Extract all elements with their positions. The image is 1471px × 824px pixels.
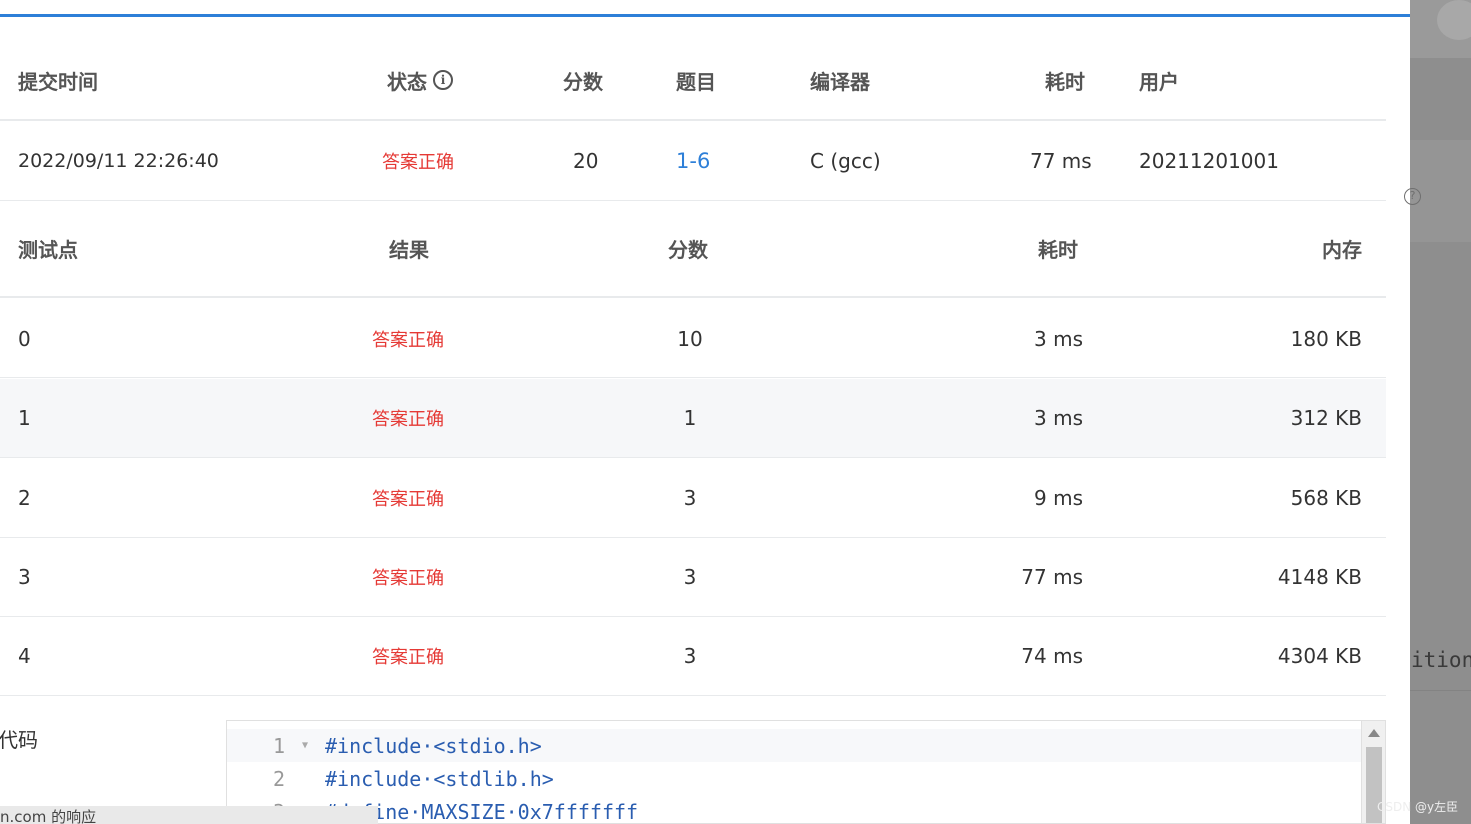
header-user: 用户 [1139,69,1179,94]
header-status: 状态 i [387,40,453,120]
submission-time: 2022/09/11 22:26:40 [18,149,219,172]
code-line[interactable]: 1 ▼ #include·<stdio.h> [227,729,1361,762]
test-memory: 4304 KB [1277,644,1362,668]
test-score: 3 [683,486,697,510]
test-case: 1 [18,406,31,430]
table-row: 0 答案正确 10 3 ms 180 KB [0,300,1386,378]
code-text: #include·<stdio.h> [325,733,542,758]
side-overlay [1410,0,1471,824]
test-duration: 3 ms [1034,326,1083,351]
test-memory: 312 KB [1290,406,1362,430]
submission-score: 20 [573,148,599,173]
header-duration: 耗时 [1045,69,1085,94]
test-case: 4 [18,644,31,668]
test-duration: 74 ms [1021,644,1083,668]
header-status-label: 状态 [387,69,427,94]
header-result: 结果 [389,238,429,262]
header-score: 分数 [563,69,603,94]
scroll-up-icon[interactable] [1368,729,1380,737]
problem-link[interactable]: 1-6 [676,121,710,200]
code-line[interactable]: 2 #include·<stdlib.h> [227,762,1361,795]
test-case: 0 [18,326,31,351]
submission-duration: 77 ms [1030,148,1092,173]
test-score: 3 [683,644,697,668]
test-result: 答案正确 [372,647,444,668]
test-result: 答案正确 [372,568,444,589]
test-result: 答案正确 [372,489,444,510]
test-memory: 4148 KB [1277,565,1362,589]
line-number: 2 [272,766,285,791]
header-test-score: 分数 [668,238,708,262]
test-duration: 77 ms [1021,565,1083,589]
test-case: 2 [18,486,31,510]
browser-status-bar: n.com 的响应 [0,806,378,824]
test-duration: 3 ms [1034,406,1083,430]
line-number: 1 [272,733,285,758]
header-time: 提交时间 [18,69,98,94]
test-memory: 180 KB [1290,326,1362,351]
test-score: 3 [683,565,697,589]
watermark: CSDN @y左臣 [1377,800,1459,814]
test-result: 答案正确 [372,409,444,430]
test-case: 3 [18,565,31,589]
test-memory: 568 KB [1290,486,1362,510]
table-row: 1 答案正确 1 3 ms 312 KB [0,379,1386,458]
header-test-duration: 耗时 [1038,238,1078,262]
table-row: 4 答案正确 3 74 ms 4304 KB [0,617,1386,696]
table-row: 2 答案正确 3 9 ms 568 KB [0,459,1386,538]
test-duration: 9 ms [1034,486,1083,510]
side-partial-text: ition [1411,648,1471,672]
code-label: 代码 [0,728,38,752]
table-row: 3 答案正确 3 77 ms 4148 KB [0,538,1386,617]
header-compiler: 编译器 [810,69,870,94]
summary-header-row: 提交时间 状态 i 分数 题目 编译器 耗时 用户 [0,40,1386,120]
header-case: 测试点 [18,238,78,262]
fold-arrow-icon[interactable]: ▼ [285,740,325,751]
test-score: 1 [683,406,697,430]
submission-user: 20211201001 [1139,148,1279,173]
header-problem: 题目 [676,69,716,94]
info-icon[interactable]: i [433,70,453,90]
test-result: 答案正确 [372,329,444,351]
help-icon[interactable]: ? [1404,188,1421,205]
submission-status: 答案正确 [382,151,454,173]
code-editor[interactable]: 1 ▼ #include·<stdio.h> 2 #include·<stdli… [226,720,1386,824]
code-text: #include·<stdlib.h> [325,766,554,791]
code-line[interactable]: 3 #define·MAXSIZE·0x7fffffff [227,795,1361,824]
top-accent-bar [0,14,1410,17]
test-score: 10 [677,326,703,351]
side-divider [1410,690,1471,691]
tests-header-row: 测试点 结果 分数 耗时 内存 [0,201,1386,298]
summary-row: 2022/09/11 22:26:40 答案正确 20 1-6 C (gcc) … [0,121,1386,201]
submission-compiler: C (gcc) [810,148,881,173]
header-memory: 内存 [1322,238,1362,262]
